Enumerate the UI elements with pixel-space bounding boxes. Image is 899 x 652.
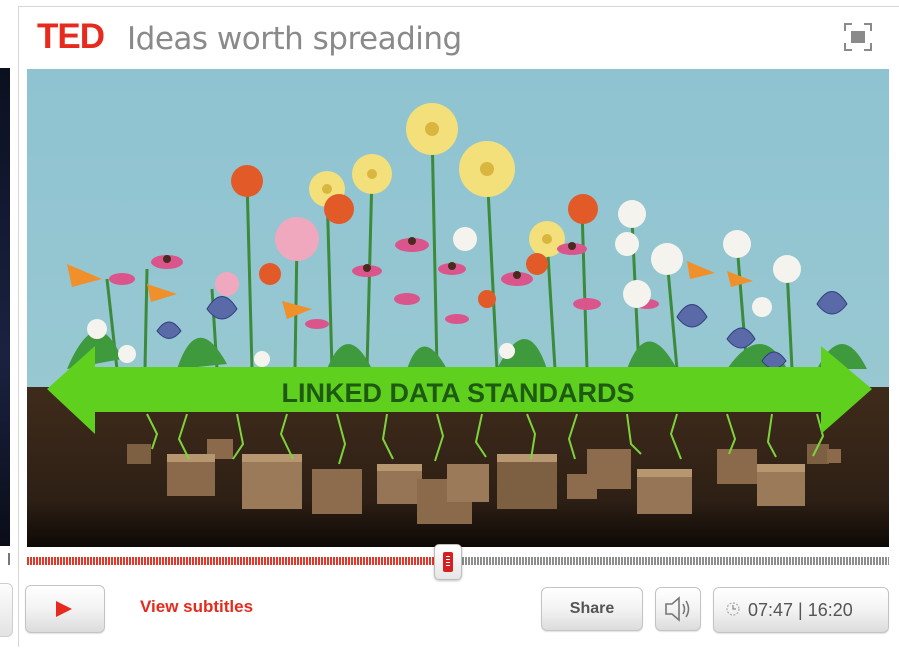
progress-remaining — [448, 553, 889, 567]
video-player: TED Ideas worth spreading LINKED DATA ST… — [18, 6, 899, 647]
adjacent-button-edge[interactable] — [0, 583, 13, 637]
time-separator: | — [793, 600, 808, 620]
time-display[interactable]: 07:47 | 16:20 — [713, 587, 889, 633]
time-text: 07:47 | 16:20 — [748, 588, 853, 632]
video-scene: LINKED DATA STANDARDS — [27, 69, 889, 547]
share-button[interactable]: Share — [541, 587, 643, 631]
video-frame[interactable]: LINKED DATA STANDARDS — [27, 69, 889, 547]
fullscreen-icon[interactable] — [842, 21, 874, 53]
adjacent-progress-edge — [8, 553, 10, 565]
total-time: 16:20 — [807, 600, 853, 620]
tagline: Ideas worth spreading — [127, 21, 462, 57]
play-icon — [56, 601, 72, 617]
volume-icon — [665, 596, 690, 622]
banner-text: LINKED DATA STANDARDS — [282, 378, 635, 408]
view-subtitles-link[interactable]: View subtitles — [140, 597, 253, 617]
clock-icon — [726, 602, 740, 616]
play-button[interactable] — [25, 585, 105, 633]
scrubber-grip — [443, 552, 453, 572]
ted-logo[interactable]: TED — [37, 17, 105, 57]
player-header: TED Ideas worth spreading — [19, 7, 899, 69]
current-time: 07:47 — [748, 600, 794, 620]
adjacent-panel — [0, 0, 18, 652]
adjacent-video-edge — [0, 68, 10, 546]
progress-played — [27, 553, 448, 567]
progress-scrubber[interactable] — [434, 544, 462, 580]
volume-button[interactable] — [655, 587, 701, 631]
